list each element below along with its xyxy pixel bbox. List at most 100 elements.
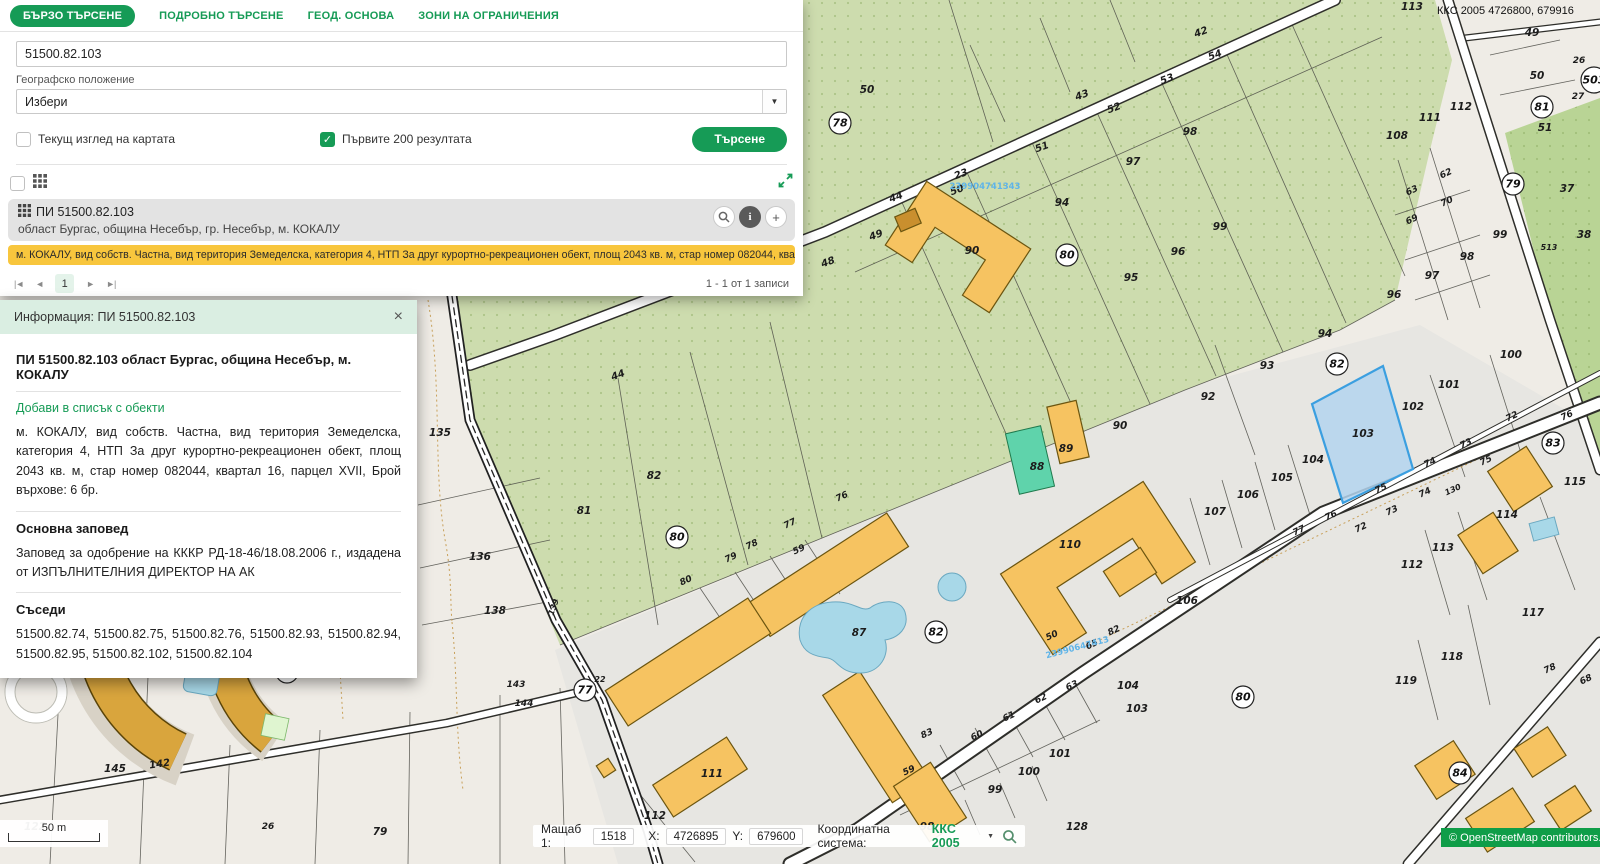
svg-text:97: 97 xyxy=(1425,270,1440,282)
svg-text:145: 145 xyxy=(104,763,126,775)
pagination: |◄ ◄ 1 ► ►| 1 - 1 от 1 записи xyxy=(0,265,803,302)
cadastre-map-app: { "search_panel": { "tabs": [ {"label": … xyxy=(0,0,1600,864)
current-map-view-label: Текущ изглед на картата xyxy=(38,132,175,146)
tab-2[interactable]: ГЕОД. ОСНОВА xyxy=(308,10,395,22)
svg-text:136: 136 xyxy=(469,551,491,563)
prev-page-icon[interactable]: ◄ xyxy=(35,279,43,289)
svg-text:79: 79 xyxy=(1505,178,1521,191)
geo-position-label: Географско положение xyxy=(16,74,787,86)
svg-text:94: 94 xyxy=(1055,197,1070,209)
svg-text:90: 90 xyxy=(965,245,980,257)
info-icon[interactable]: i xyxy=(739,206,761,228)
result-location: област Бургас, община Несебър, гр. Несеб… xyxy=(18,222,785,236)
svg-text:118: 118 xyxy=(1441,651,1463,663)
svg-text:513: 513 xyxy=(1541,243,1558,252)
last-page-icon[interactable]: ►| xyxy=(106,279,115,289)
tab-0[interactable]: БЪРЗО ТЪРСЕНЕ xyxy=(10,5,135,27)
geo-position-select[interactable]: Избери ▼ xyxy=(16,89,787,114)
current-map-view-checkbox[interactable] xyxy=(16,132,31,147)
neighbors-list: 51500.82.74, 51500.82.75, 51500.82.76, 5… xyxy=(16,625,401,664)
svg-text:90: 90 xyxy=(1113,420,1128,432)
result-card[interactable]: ПИ 51500.82.103 област Бургас, община Не… xyxy=(8,199,795,241)
scale-bar-line xyxy=(8,833,100,842)
svg-text:135: 135 xyxy=(429,427,451,439)
x-coordinate: 4726895 xyxy=(666,828,727,845)
svg-text:104: 104 xyxy=(1302,454,1324,466)
svg-text:97: 97 xyxy=(1126,156,1141,168)
first-200-checkbox[interactable]: ✓ xyxy=(320,132,335,147)
svg-text:103: 103 xyxy=(1352,428,1374,440)
svg-text:108: 108 xyxy=(1386,130,1408,142)
zoom-to-result-icon[interactable] xyxy=(713,206,735,228)
svg-text:102: 102 xyxy=(1402,401,1424,413)
svg-text:128: 128 xyxy=(1066,821,1088,833)
svg-text:22: 22 xyxy=(594,675,606,684)
svg-text:50: 50 xyxy=(1530,70,1545,82)
svg-text:106: 106 xyxy=(1176,595,1198,607)
svg-text:105: 105 xyxy=(1271,472,1293,484)
y-label: Y: xyxy=(732,829,743,843)
svg-text:114: 114 xyxy=(1496,509,1518,521)
expand-results-icon[interactable] xyxy=(778,173,793,193)
svg-text:96: 96 xyxy=(1171,246,1186,258)
svg-text:101: 101 xyxy=(1049,748,1071,760)
svg-text:27: 27 xyxy=(1572,92,1585,102)
svg-text:101: 101 xyxy=(1438,379,1460,391)
svg-text:110: 110 xyxy=(1059,539,1081,551)
current-page[interactable]: 1 xyxy=(55,274,74,293)
coordinate-search-icon[interactable] xyxy=(1002,829,1017,844)
svg-text:112: 112 xyxy=(1450,101,1472,113)
svg-text:81: 81 xyxy=(577,505,592,517)
popup-title: Информация: ПИ 51500.82.103 xyxy=(14,310,195,324)
svg-text:87: 87 xyxy=(852,627,867,639)
add-to-list-link[interactable]: Добави в списък с обекти xyxy=(16,401,401,415)
order-section-heading: Основна заповед xyxy=(16,511,401,536)
result-id: ПИ 51500.82.103 xyxy=(36,205,134,219)
svg-text:38: 38 xyxy=(1577,229,1592,241)
status-bar: Мащаб 1: 1518 X: 4726895 Y: 679600 Коорд… xyxy=(533,825,1025,847)
svg-text:107: 107 xyxy=(1204,506,1227,518)
svg-text:51: 51 xyxy=(1538,122,1553,134)
popup-header[interactable]: Информация: ПИ 51500.82.103 × xyxy=(0,300,417,334)
search-button[interactable]: Търсене xyxy=(692,127,787,152)
svg-text:50: 50 xyxy=(860,84,875,96)
result-details-row[interactable]: м. КОКАЛУ, вид собств. Частна, вид терит… xyxy=(8,245,795,265)
scale-input[interactable]: 1518 xyxy=(593,828,635,845)
svg-text:111: 111 xyxy=(1419,112,1441,124)
svg-text:80: 80 xyxy=(669,531,685,544)
tab-1[interactable]: ПОДРОБНО ТЪРСЕНЕ xyxy=(159,10,283,22)
osm-attribution[interactable]: © OpenStreetMap contributors. xyxy=(1441,828,1600,847)
chevron-down-icon[interactable]: ▼ xyxy=(987,833,994,840)
svg-text:99: 99 xyxy=(1493,229,1508,241)
close-icon[interactable]: × xyxy=(394,309,403,325)
first-page-icon[interactable]: |◄ xyxy=(14,279,23,289)
svg-text:92: 92 xyxy=(1201,391,1216,403)
crs-label: Координатна система: xyxy=(817,822,923,850)
add-result-icon[interactable]: + xyxy=(765,206,787,228)
svg-text:119: 119 xyxy=(1395,675,1417,687)
svg-text:99: 99 xyxy=(1213,221,1228,233)
parcel-description: м. КОКАЛУ, вид собств. Частна, вид терит… xyxy=(16,423,401,501)
search-panel: БЪРЗО ТЪРСЕНЕ ПОДРОБНО ТЪРСЕНЕ ГЕОД. ОСНОВ… xyxy=(0,0,803,296)
chevron-down-icon[interactable]: ▼ xyxy=(762,90,786,113)
order-text: Заповед за одобрение на КККР РД-18-46/18… xyxy=(16,544,401,583)
svg-text:99: 99 xyxy=(988,784,1003,796)
parcel-heading: ПИ 51500.82.103 област Бургас, община Не… xyxy=(16,344,401,392)
svg-text:96: 96 xyxy=(1387,289,1402,301)
search-input[interactable] xyxy=(16,41,787,67)
scale-label: Мащаб 1: xyxy=(541,822,587,850)
svg-text:143: 143 xyxy=(507,680,526,690)
svg-text:503: 503 xyxy=(1583,74,1600,87)
svg-text:239904741343: 239904741343 xyxy=(950,182,1021,192)
svg-text:104: 104 xyxy=(1117,680,1139,692)
tab-3[interactable]: ЗОНИ НА ОГРАНИЧЕНИЯ xyxy=(418,10,559,22)
svg-text:82: 82 xyxy=(647,470,662,482)
mint-parcel xyxy=(261,714,289,741)
svg-text:113: 113 xyxy=(1401,1,1423,13)
select-all-checkbox[interactable] xyxy=(10,176,25,191)
svg-text:106: 106 xyxy=(1237,489,1259,501)
first-200-label: Първите 200 резултата xyxy=(342,132,472,146)
next-page-icon[interactable]: ► xyxy=(86,279,94,289)
svg-text:81: 81 xyxy=(1534,101,1549,114)
crs-value[interactable]: ККС 2005 xyxy=(932,822,979,850)
